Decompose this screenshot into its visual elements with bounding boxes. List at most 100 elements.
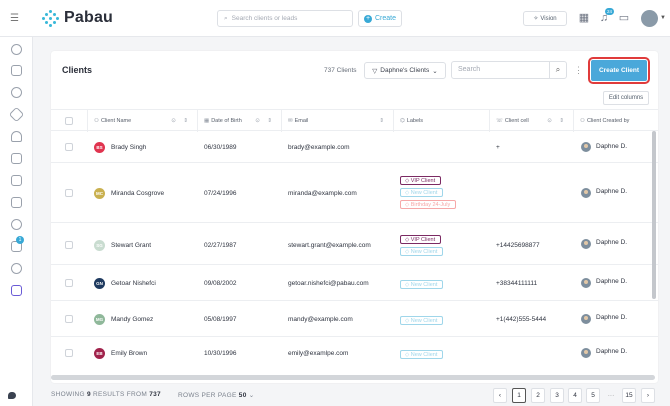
creator-avatar (581, 239, 591, 249)
client-name[interactable]: Stewart Grant (111, 242, 151, 249)
wallet-icon[interactable]: ▭ (618, 12, 630, 24)
search-icon[interactable]: ⌕ (549, 62, 566, 78)
column-header-labels[interactable]: ⌬ Labels (393, 110, 489, 132)
page-button-4[interactable]: 4 (568, 388, 582, 403)
horizontal-scrollbar[interactable] (51, 375, 655, 380)
client-email[interactable]: getoar.nishefci@pabau.com (288, 280, 369, 287)
next-page-button[interactable]: › (641, 388, 655, 403)
client-dob: 06/30/1989 (204, 144, 237, 151)
vision-icon: ✧ (533, 16, 539, 22)
creator-avatar (581, 142, 591, 152)
table-row[interactable]: MG Mandy Gomez 05/08/1997 mandy@example.… (51, 301, 658, 337)
sort-icon[interactable]: ⇕ (379, 110, 387, 132)
creator-name: Daphne D. (596, 348, 628, 355)
chevron-down-icon[interactable]: ▼ (660, 15, 666, 21)
column-header-dob[interactable]: ▦ Date of Birth ⊙ ⇕ (197, 110, 281, 132)
more-options-icon[interactable]: ⋮ (574, 65, 583, 76)
table-row[interactable]: MC Miranda Cosgrove 07/24/1996 miranda@e… (51, 163, 658, 223)
pabau-logo[interactable]: Pabau (42, 9, 113, 27)
table-row[interactable]: SG Stewart Grant 02/27/1987 stewart.gran… (51, 223, 658, 265)
menu-toggle-icon[interactable]: ☰ (10, 13, 19, 24)
client-name[interactable]: Getoar Nishefci (111, 280, 156, 287)
rows-per-page-select[interactable]: ROWS PER PAGE 50 ⌄ (178, 391, 255, 399)
table-row[interactable]: EB Emily Brown 10/30/1996 emily@examlpe.… (51, 337, 658, 373)
label-text: VIP Client (410, 178, 436, 184)
user-avatar[interactable] (641, 10, 658, 27)
creator-name: Daphne D. (596, 143, 628, 150)
client-email[interactable]: miranda@example.com (288, 190, 357, 197)
label-new-client[interactable]: ◇ New Client (400, 247, 444, 256)
edit-columns-button[interactable]: Edit columns (603, 91, 649, 105)
column-header-client-name[interactable]: ⚇ Client Name ⊙ ⇕ (87, 110, 197, 132)
column-label: Client cell (504, 118, 529, 124)
owner-filter-dropdown[interactable]: ▽ Daphne's Clients ⌄ (364, 62, 446, 79)
client-email[interactable]: mandy@example.com (288, 316, 353, 323)
total-count: 737 (149, 391, 161, 398)
creator-avatar (581, 314, 591, 324)
label-new-client[interactable]: ◇ New Client (400, 280, 444, 289)
client-dob: 05/08/1997 (204, 316, 237, 323)
table-row[interactable]: BS Brady Singh 06/30/1989 brady@example.… (51, 131, 658, 163)
sort-icon[interactable]: ⊙ ⇕ (171, 110, 191, 132)
finance-icon[interactable] (11, 219, 22, 230)
settings-icon[interactable] (11, 263, 22, 274)
creator-name: Daphne D. (596, 314, 628, 321)
page-button-2[interactable]: 2 (531, 388, 545, 403)
reports-icon[interactable] (11, 153, 22, 164)
client-name[interactable]: Brady Singh (111, 144, 146, 151)
chat-icon[interactable] (8, 392, 16, 399)
page-button-5[interactable]: 5 (586, 388, 600, 403)
select-all-checkbox[interactable] (65, 117, 73, 125)
label-text: New Client (410, 318, 438, 324)
magic-tools-icon[interactable] (11, 285, 22, 296)
column-label: Client Created by (586, 118, 630, 124)
vision-button[interactable]: ✧ Vision (523, 11, 567, 26)
column-label: Email (294, 118, 309, 124)
create-menu-button[interactable]: + Create (358, 10, 402, 27)
sort-icon[interactable]: ⊙ ⇕ (547, 110, 567, 132)
client-email[interactable]: stewart.grant@example.com (288, 242, 371, 249)
clients-icon[interactable] (11, 131, 22, 142)
client-search-input[interactable]: Search ⌕ (451, 61, 567, 79)
page-button-15[interactable]: 15 (622, 388, 636, 403)
client-name[interactable]: Emily Brown (111, 350, 147, 357)
calendar-nav-icon[interactable] (11, 65, 22, 76)
logo-text: Pabau (64, 9, 114, 26)
sort-icon[interactable]: ⊙ ⇕ (255, 110, 275, 132)
row-checkbox[interactable] (65, 349, 73, 357)
page-button-3[interactable]: 3 (550, 388, 564, 403)
leads-icon[interactable] (11, 87, 22, 98)
megaphone-icon[interactable] (11, 197, 22, 208)
vertical-scrollbar[interactable] (652, 131, 656, 299)
column-header-email[interactable]: ✉ Email ⇕ (281, 110, 393, 132)
column-header-created-by[interactable]: ⚇ Client Created by (573, 110, 658, 132)
global-search-input[interactable]: ⌕ Search clients or leads (217, 10, 353, 27)
client-email[interactable]: emily@examlpe.com (288, 350, 348, 357)
create-client-button[interactable]: Create Client (588, 57, 650, 84)
client-name[interactable]: Miranda Cosgrove (111, 190, 164, 197)
client-name[interactable]: Mandy Gomez (111, 316, 153, 323)
label-new-client[interactable]: ◇ New Client (400, 350, 444, 359)
row-checkbox[interactable] (65, 189, 73, 197)
row-checkbox[interactable] (65, 241, 73, 249)
dashboard-icon[interactable] (11, 44, 22, 55)
row-checkbox[interactable] (65, 143, 73, 151)
cart-icon[interactable] (11, 175, 22, 186)
page-button-1[interactable]: 1 (512, 388, 526, 403)
row-checkbox[interactable] (65, 279, 73, 287)
table-row[interactable]: GN Getoar Nishefci 09/08/2002 getoar.nis… (51, 265, 658, 301)
logo-mark-icon (42, 9, 59, 27)
table-header: ⚇ Client Name ⊙ ⇕ ▦ Date of Birth ⊙ ⇕ ✉ Email… (51, 109, 658, 132)
label-vip-client[interactable]: ◇ VIP Client (400, 235, 442, 244)
column-header-cell[interactable]: ☏ Client cell ⊙ ⇕ (489, 110, 573, 132)
row-checkbox[interactable] (65, 315, 73, 323)
label-new-client[interactable]: ◇ New Client (400, 316, 444, 325)
label-birthday[interactable]: ◇ Birthday 24-July (400, 200, 457, 209)
prev-page-button[interactable]: ‹ (493, 388, 507, 403)
plus-icon: + (363, 14, 372, 23)
user-icon: ⚇ (580, 118, 585, 124)
label-new-client[interactable]: ◇ New Client (400, 188, 444, 197)
calendar-icon[interactable]: ▦ (578, 12, 590, 24)
client-email[interactable]: brady@example.com (288, 144, 350, 151)
label-vip-client[interactable]: ◇ VIP Client (400, 176, 442, 185)
